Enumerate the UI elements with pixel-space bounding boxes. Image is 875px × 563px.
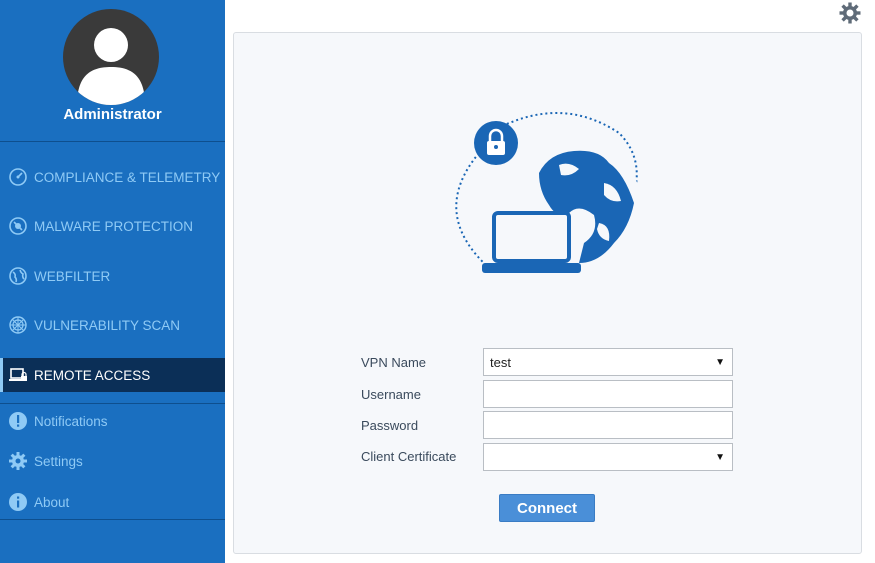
vpn-name-value: test: [490, 354, 511, 370]
client-certificate-select[interactable]: ▼: [483, 443, 733, 471]
radar-icon: [8, 315, 28, 335]
client-certificate-label: Client Certificate: [361, 449, 457, 464]
vpn-name-select[interactable]: test ▼: [483, 348, 733, 376]
exclamation-icon: [8, 411, 28, 431]
sidebar-item-compliance-telemetry[interactable]: COMPLIANCE & TELEMETRY: [0, 160, 225, 194]
info-icon: [8, 492, 28, 512]
sidebar-item-label: COMPLIANCE & TELEMETRY: [34, 169, 221, 185]
avatar: [63, 9, 159, 105]
speedometer-icon: [8, 167, 28, 187]
username-field[interactable]: [483, 380, 733, 408]
sidebar-item-label: Notifications: [34, 413, 108, 429]
gear-icon: [8, 451, 28, 471]
username-label: Username: [361, 387, 421, 402]
globe-filter-icon: [8, 266, 28, 286]
sidebar-item-about[interactable]: About: [0, 485, 225, 519]
vpn-name-label: VPN Name: [361, 355, 427, 370]
globe-laptop-lock-icon: [455, 112, 642, 273]
gear-icon: [839, 2, 861, 24]
password-field[interactable]: [483, 411, 733, 439]
sidebar-item-label: REMOTE ACCESS: [34, 367, 151, 383]
username: Administrator: [63, 106, 162, 123]
dropdown-arrow-icon: ▼: [715, 452, 725, 463]
settings-gear-button[interactable]: [839, 2, 861, 24]
sidebar-item-settings[interactable]: Settings: [0, 444, 225, 478]
sidebar-item-label: VULNERABILITY SCAN: [34, 317, 181, 333]
sidebar-divider: [0, 141, 225, 142]
password-label: Password: [361, 418, 419, 433]
sidebar-item-label: MALWARE PROTECTION: [34, 218, 194, 234]
sidebar-item-vulnerability-scan[interactable]: VULNERABILITY SCAN: [0, 308, 225, 342]
sidebar-divider: [0, 519, 225, 520]
sidebar-item-notifications[interactable]: Notifications: [0, 404, 225, 438]
sidebar-item-webfilter[interactable]: WEBFILTER: [0, 259, 225, 293]
remote-access-panel: VPN Name test ▼ Username Password Client…: [233, 32, 862, 554]
user-silhouette-icon: [77, 28, 145, 105]
dropdown-arrow-icon: ▼: [715, 357, 725, 368]
sidebar-item-label: Settings: [34, 453, 83, 469]
sidebar-item-label: WEBFILTER: [34, 268, 111, 284]
laptop-lock-icon: [8, 365, 28, 385]
malware-shield-icon: [8, 216, 28, 236]
sidebar-item-label: About: [34, 494, 70, 510]
sidebar-item-malware-protection[interactable]: MALWARE PROTECTION: [0, 209, 225, 243]
vpn-illustration: [439, 103, 649, 303]
connect-button[interactable]: Connect: [499, 494, 595, 522]
sidebar-item-remote-access[interactable]: REMOTE ACCESS: [0, 358, 225, 392]
sidebar: Administrator COMPLIANCE & TELEMETRY MAL…: [0, 0, 225, 563]
